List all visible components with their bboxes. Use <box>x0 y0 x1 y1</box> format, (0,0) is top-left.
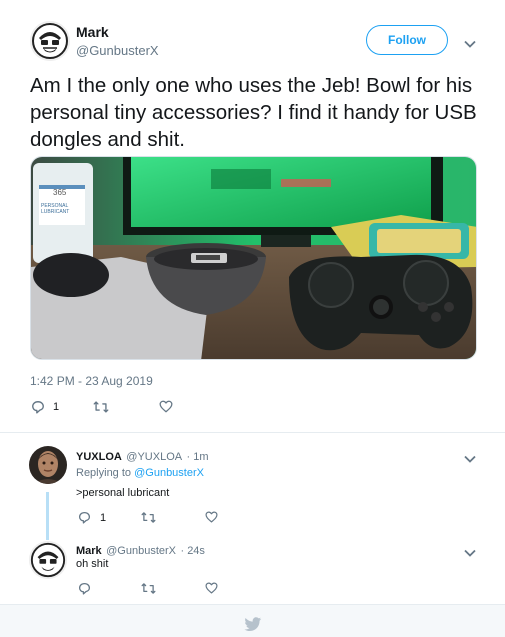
replying-to-label: Replying to <box>76 467 132 479</box>
footer-bar <box>0 604 505 637</box>
author-handle[interactable]: @GunbusterX <box>76 43 159 58</box>
replying-to-link[interactable]: @GunbusterX <box>134 467 204 479</box>
reply-author-handle[interactable]: @GunbusterX <box>106 545 176 557</box>
heart-icon <box>159 400 173 413</box>
reply-icon <box>32 401 44 414</box>
reply-text: oh shit <box>76 558 109 570</box>
author-name[interactable]: Mark <box>76 24 109 40</box>
reply-button[interactable] <box>78 582 91 595</box>
author-avatar[interactable] <box>30 21 70 61</box>
reply-author-name[interactable]: YUXLOA <box>76 451 122 463</box>
tweet-timestamp[interactable]: 1:42 PM - 23 Aug 2019 <box>30 374 153 388</box>
retweet-button[interactable] <box>141 582 156 595</box>
chevron-down-icon[interactable] <box>464 450 476 468</box>
reply-icon <box>78 582 91 595</box>
chevron-down-icon[interactable] <box>464 544 476 562</box>
follow-button[interactable]: Follow <box>366 25 448 55</box>
twitter-bird-icon[interactable] <box>244 617 262 637</box>
heart-icon <box>205 582 218 594</box>
retweet-button[interactable] <box>93 400 109 414</box>
reply-author-handle[interactable]: @YUXLOA <box>126 451 182 463</box>
tweet-text: Am I the only one who uses the Jeb! Bowl… <box>30 74 477 151</box>
like-button[interactable] <box>205 582 218 594</box>
reply-count: 1 <box>53 401 60 413</box>
like-button[interactable] <box>159 400 173 413</box>
thread-line <box>46 492 49 540</box>
reply-count: 1 <box>100 511 107 524</box>
retweet-icon <box>141 512 156 523</box>
bottle-line2-text: LUBRICANT <box>41 209 69 215</box>
tweet-photo[interactable]: 365 PERSONAL LUBRICANT <box>30 156 477 360</box>
like-button[interactable] <box>205 511 218 523</box>
reply-button[interactable]: 1 <box>31 400 59 414</box>
retweet-icon <box>141 583 156 594</box>
reply-text: >personal lubricant <box>76 487 170 499</box>
bottle-brand-text: 365 <box>53 188 67 197</box>
chevron-down-icon[interactable] <box>464 35 476 53</box>
reply-icon <box>78 511 91 524</box>
reply-avatar[interactable] <box>29 541 67 579</box>
reply-time[interactable]: · 1m <box>187 451 209 463</box>
heart-icon <box>205 511 218 523</box>
reply-avatar[interactable] <box>29 446 67 484</box>
divider <box>0 432 505 433</box>
reply-time[interactable]: · 24s <box>180 545 204 557</box>
reply-button[interactable]: 1 <box>78 511 106 524</box>
retweet-button[interactable] <box>141 511 156 524</box>
reply-author-name[interactable]: Mark <box>76 545 102 557</box>
retweet-icon <box>93 401 109 413</box>
